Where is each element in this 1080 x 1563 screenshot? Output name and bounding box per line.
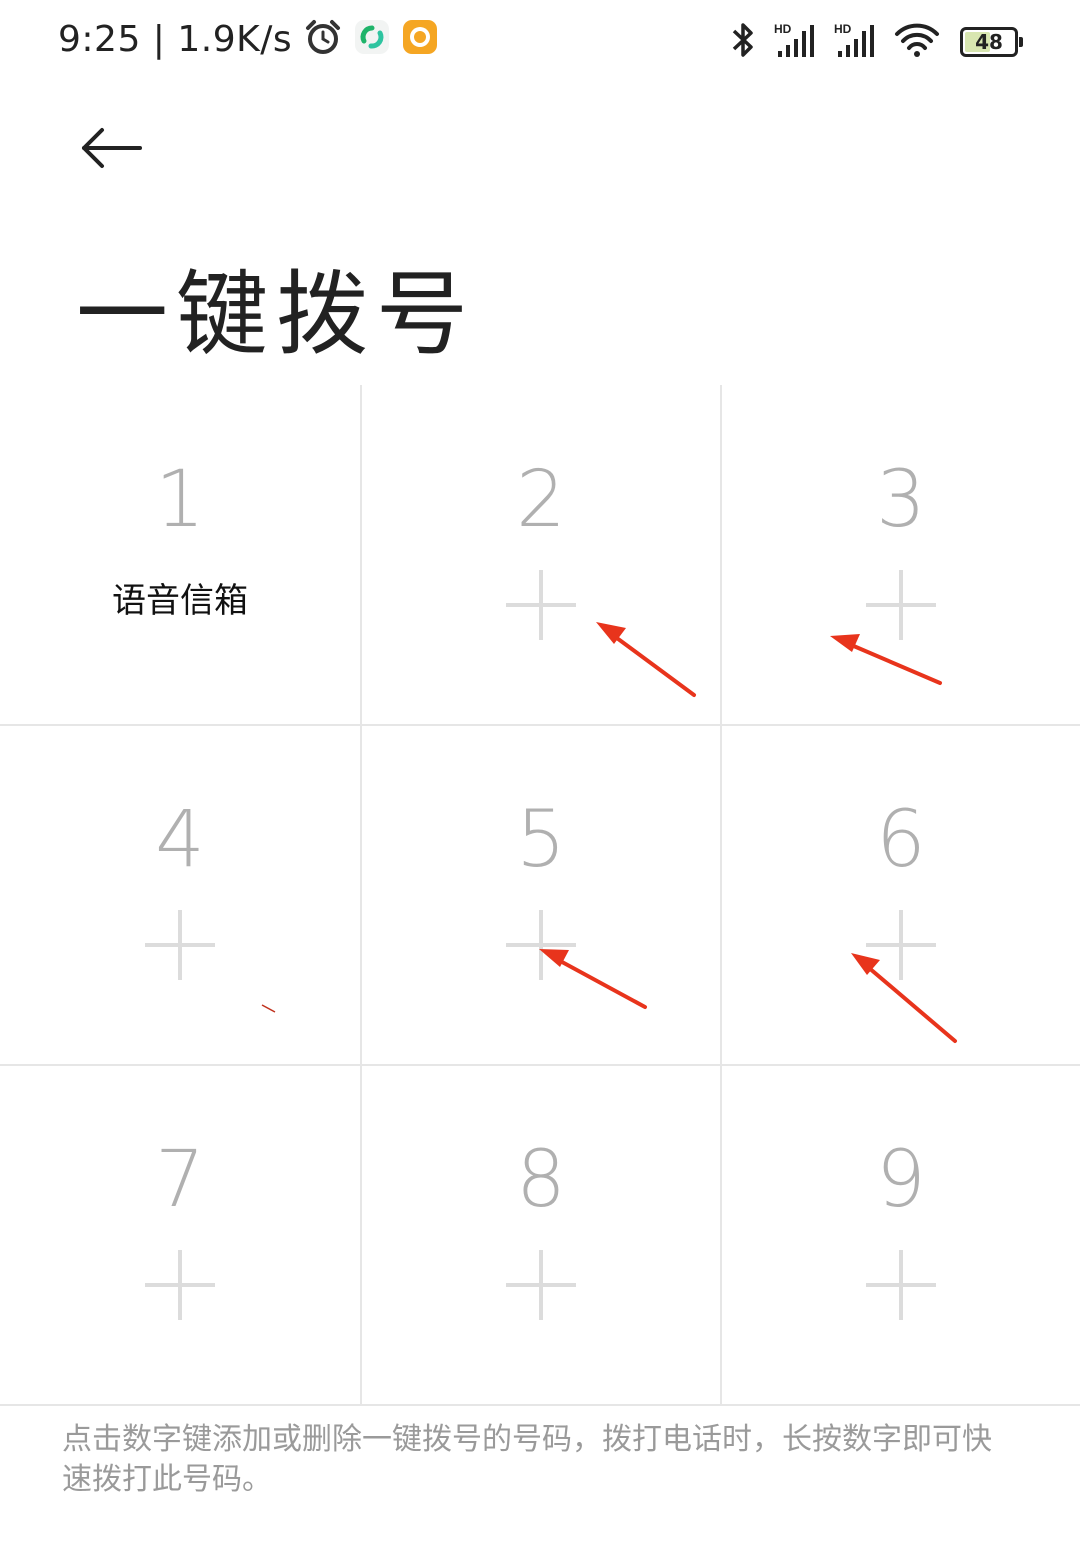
footer-divider <box>0 1404 1080 1406</box>
signal-hd-2-icon: HD <box>834 21 876 63</box>
key-digit: 6 <box>876 795 926 885</box>
app-green-icon <box>354 19 390 59</box>
speed-dial-grid: 1 语音信箱 2 3 4 5 6 7 8 9 <box>0 385 1080 1405</box>
speed-dial-key-6[interactable]: 6 <box>721 725 1080 1065</box>
key-digit: 1 <box>155 455 205 545</box>
key-digit: 9 <box>876 1135 926 1225</box>
speed-dial-key-7[interactable]: 7 <box>0 1065 360 1405</box>
speed-dial-key-5[interactable]: 5 <box>361 725 721 1065</box>
plus-icon <box>866 570 936 640</box>
signal-hd-1-icon: HD <box>774 21 816 63</box>
alarm-icon <box>304 18 342 60</box>
back-button[interactable] <box>78 118 148 178</box>
key-digit: 3 <box>876 455 926 545</box>
battery-icon: 48 <box>960 27 1023 57</box>
plus-icon <box>866 910 936 980</box>
app-orange-icon <box>402 19 438 59</box>
key-digit: 8 <box>516 1135 566 1225</box>
svg-text:HD: HD <box>774 22 792 36</box>
key-digit: 2 <box>516 455 566 545</box>
key-digit: 4 <box>155 795 205 885</box>
plus-icon <box>145 1250 215 1320</box>
page-title: 一键拨号 <box>76 261 477 368</box>
key-digit: 7 <box>155 1135 205 1225</box>
plus-icon <box>866 1250 936 1320</box>
bluetooth-icon <box>730 20 756 64</box>
status-bar: 9:25 | 1.9K/s HD HD 48 <box>0 0 1080 90</box>
plus-icon <box>506 910 576 980</box>
plus-icon <box>506 1250 576 1320</box>
arrow-left-icon <box>82 128 142 168</box>
status-right: HD HD 48 <box>712 20 1023 64</box>
plus-icon <box>145 910 215 980</box>
speed-dial-key-2[interactable]: 2 <box>361 385 721 725</box>
speed-dial-key-1[interactable]: 1 语音信箱 <box>0 385 360 725</box>
key-digit: 5 <box>516 795 566 885</box>
speed-dial-key-8[interactable]: 8 <box>361 1065 721 1405</box>
voicemail-label: 语音信箱 <box>112 581 248 621</box>
speed-dial-key-4[interactable]: 4 <box>0 725 360 1065</box>
status-time-speed: 9:25 | 1.9K/s <box>58 18 293 60</box>
wifi-icon <box>894 22 940 62</box>
svg-text:HD: HD <box>834 22 852 36</box>
status-left: 9:25 | 1.9K/s <box>58 18 438 60</box>
speed-dial-key-3[interactable]: 3 <box>721 385 1080 725</box>
battery-level-text: 48 <box>975 30 1003 54</box>
plus-icon <box>506 570 576 640</box>
hint-text: 点击数字键添加或删除一键拨号的号码，拨打电话时，长按数字即可快速拨打此号码。 <box>62 1422 992 1497</box>
speed-dial-key-9[interactable]: 9 <box>721 1065 1080 1405</box>
